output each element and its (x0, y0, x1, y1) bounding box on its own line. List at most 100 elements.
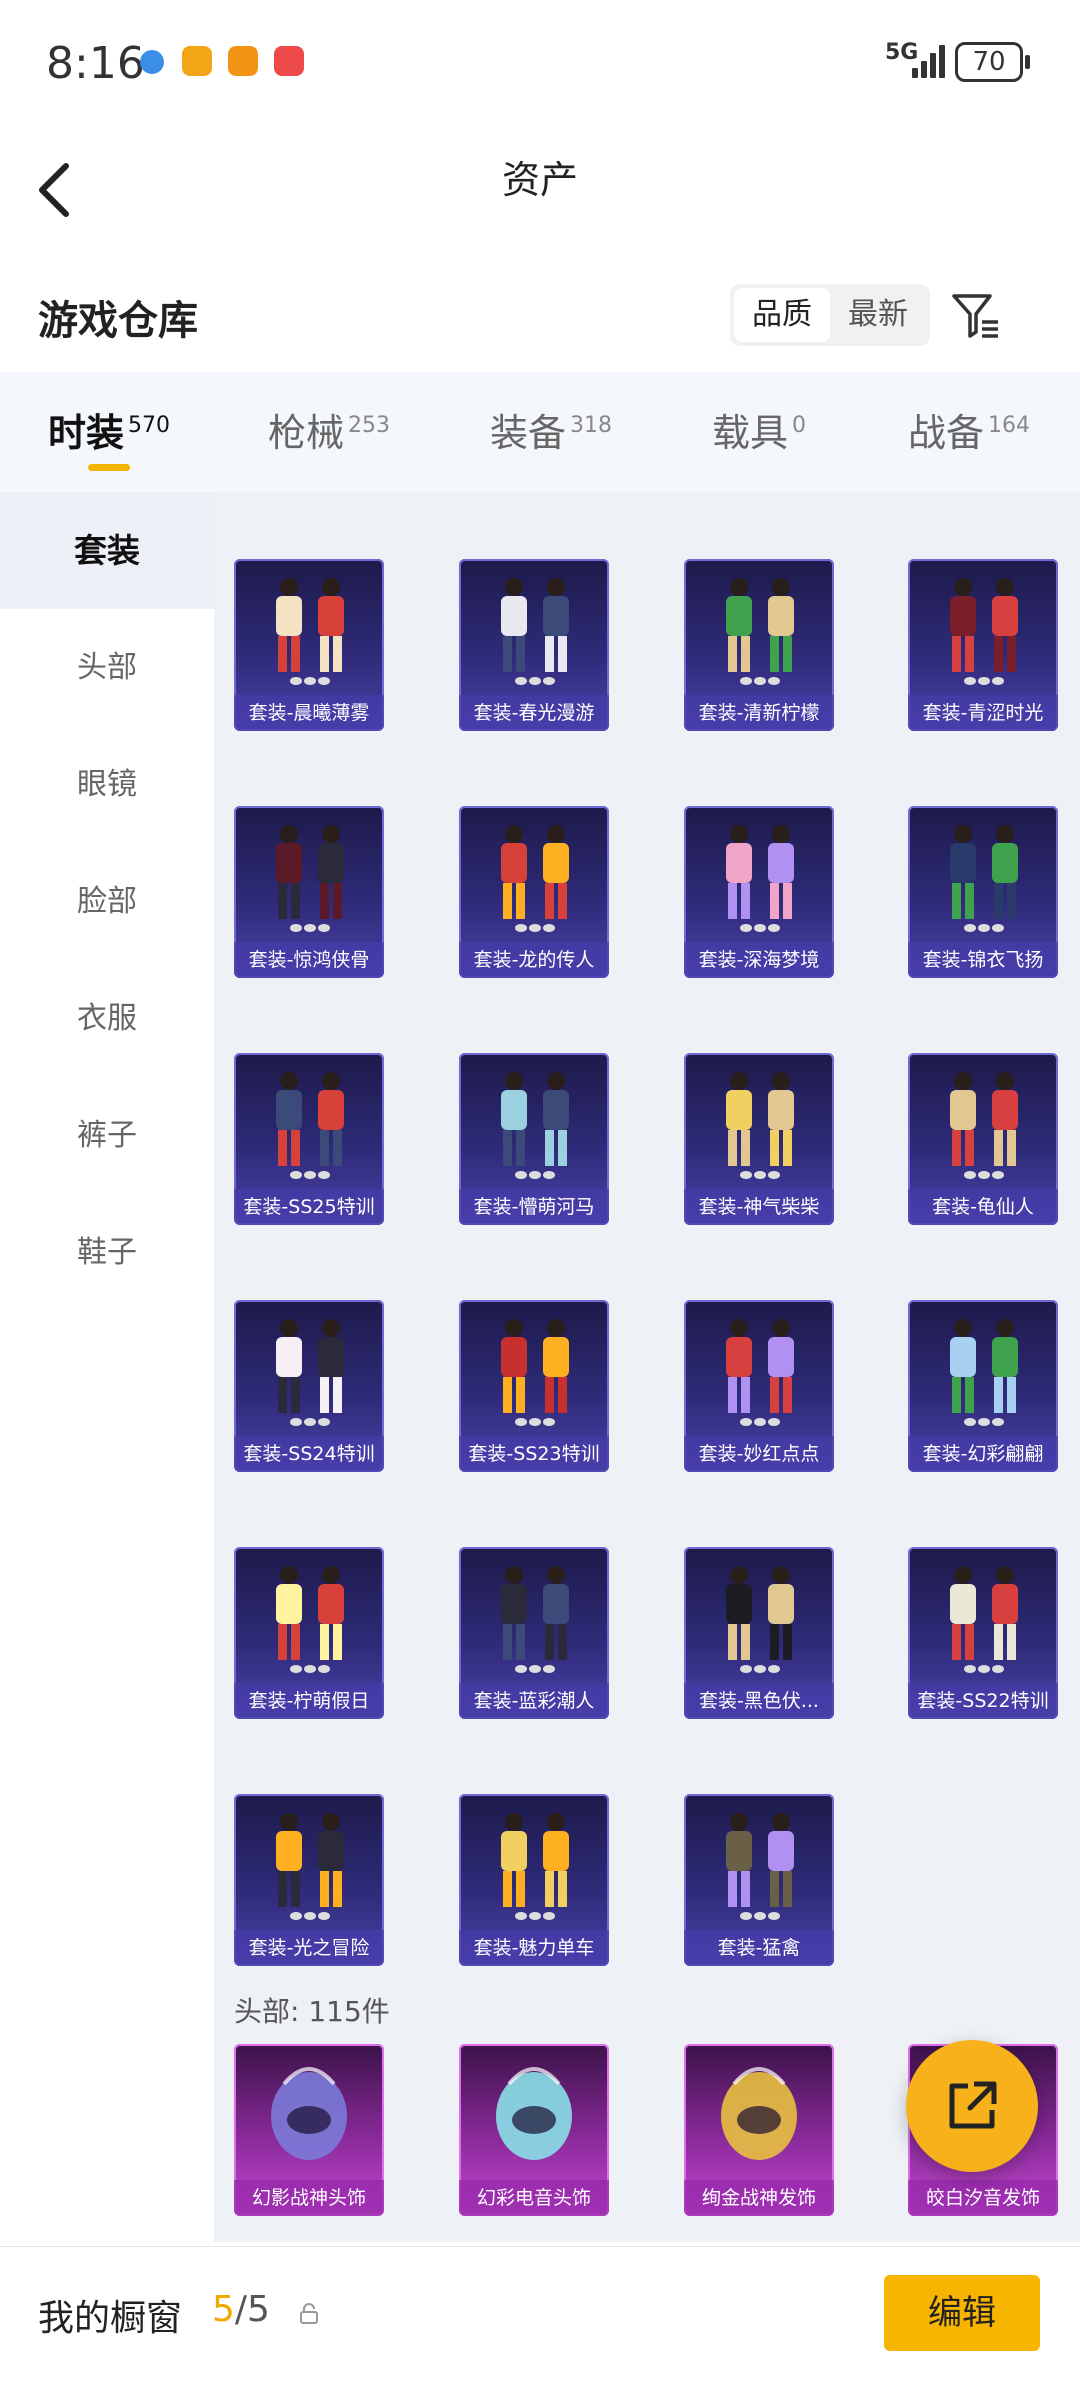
item-grid: 头部: 115件 套装-晨曦薄雾 套装-春光漫游 套装-清新柠檬 套装-青涩时光 套装-… (214, 492, 1080, 2242)
tab-vehicles[interactable]: 载具 0 (712, 402, 806, 457)
outfit-card[interactable]: 套装-深海梦境 (684, 806, 834, 978)
outfit-card[interactable]: 套装-SS24特训 (234, 1300, 384, 1472)
outfit-card[interactable]: 套装-蓝彩潮人 (459, 1547, 609, 1719)
head-section-title: 头部: 115件 (234, 1995, 390, 2028)
sort-toggle: 品质 最新 (730, 284, 930, 346)
outfit-name: 套装-惊鸿侠骨 (234, 942, 384, 978)
headwear-name: 绚金战神发饰 (684, 2180, 834, 2216)
outfit-card[interactable]: 套装-晨曦薄雾 (234, 559, 384, 731)
outfit-card[interactable]: 套装-柠萌假日 (234, 1547, 384, 1719)
video-app-icon (228, 46, 258, 76)
outfit-card[interactable]: 套装-黑色伏... (684, 1547, 834, 1719)
filter-icon[interactable] (948, 288, 1004, 344)
tab-equipment[interactable]: 装备 318 (490, 402, 612, 457)
outfit-card[interactable]: 套装-神气柴柴 (684, 1053, 834, 1225)
showcase-bar: 我的橱窗 5/5 编辑 (0, 2246, 1080, 2382)
outfit-name: 套装-青涩时光 (908, 695, 1058, 731)
outfit-card[interactable]: 套装-清新柠檬 (684, 559, 834, 731)
outfit-image (501, 578, 569, 685)
headwear-name: 幻影战神头饰 (234, 2180, 384, 2216)
sidebar-item-pants[interactable]: 裤子 (0, 1077, 214, 1194)
outfit-name: 套装-SS23特训 (459, 1436, 609, 1472)
app-notification-icon (182, 46, 212, 76)
category-tabs: 时装 570 枪械 253 装备 318 载具 0 战备 164 (0, 372, 1080, 492)
outfit-name: 套装-SS24特训 (234, 1436, 384, 1472)
sidebar-item-head[interactable]: 头部 (0, 609, 214, 726)
outfit-card[interactable]: 套装-幻彩翩翩 (908, 1300, 1058, 1472)
headwear-image (721, 2067, 797, 2160)
headwear-card[interactable]: 幻影战神头饰 (234, 2044, 384, 2216)
app-notification-icon (140, 50, 164, 74)
outfit-name: 套装-妙红点点 (684, 1436, 834, 1472)
status-time: 8:16 (46, 38, 145, 89)
battery-icon: 70 (955, 42, 1030, 82)
outfit-image (276, 825, 344, 932)
outfit-card[interactable]: 套装-春光漫游 (459, 559, 609, 731)
outfit-card[interactable]: 套装-SS23特训 (459, 1300, 609, 1472)
outfit-image (501, 825, 569, 932)
outfit-name: 套装-蓝彩潮人 (459, 1683, 609, 1719)
sidebar-item-glasses[interactable]: 眼镜 (0, 726, 214, 843)
tab-count: 318 (570, 413, 613, 439)
outfit-image (276, 578, 344, 685)
outfit-image (950, 1319, 1018, 1426)
outfit-name: 套装-晨曦薄雾 (234, 695, 384, 731)
outfit-card[interactable]: 套装-懵萌河马 (459, 1053, 609, 1225)
outfit-image (950, 578, 1018, 685)
outfit-image (501, 1319, 569, 1426)
outfit-card[interactable]: 套装-青涩时光 (908, 559, 1058, 731)
outfit-name: 套装-锦衣飞扬 (908, 942, 1058, 978)
share-icon (949, 2081, 997, 2129)
share-button[interactable] (906, 2040, 1038, 2172)
tab-guns[interactable]: 枪械 253 (268, 402, 390, 457)
tab-count: 570 (128, 413, 171, 439)
outfit-image (726, 578, 794, 685)
outfit-card[interactable]: 套装-龟仙人 (908, 1053, 1058, 1225)
sort-quality-option[interactable]: 品质 (734, 288, 830, 342)
showcase-label: 我的橱窗 (38, 2298, 183, 2339)
headwear-card[interactable]: 绚金战神发饰 (684, 2044, 834, 2216)
headwear-card[interactable]: 幻彩电音头饰 (459, 2044, 609, 2216)
sidebar-item-shoes[interactable]: 鞋子 (0, 1194, 214, 1311)
outfit-image (276, 1319, 344, 1426)
status-bar: 8:16 5G 70 (0, 0, 1080, 130)
sidebar-nav: 套装 头部 眼镜 脸部 衣服 裤子 鞋子 (0, 492, 214, 2242)
outfit-card[interactable]: 套装-惊鸿侠骨 (234, 806, 384, 978)
tab-count: 0 (792, 413, 807, 439)
outfit-card[interactable]: 套装-魅力单车 (459, 1794, 609, 1966)
outfit-card[interactable]: 套装-光之冒险 (234, 1794, 384, 1966)
app-notification-icon (274, 46, 304, 76)
outfit-image (950, 1072, 1018, 1179)
section-title: 游戏仓库 (38, 298, 198, 344)
outfit-image (501, 1813, 569, 1920)
outfit-name: 套装-清新柠檬 (684, 695, 834, 731)
page-title: 资产 (501, 158, 578, 202)
outfit-image (726, 1319, 794, 1426)
sidebar-item-suit[interactable]: 套装 (0, 492, 214, 609)
outfit-card[interactable]: 套装-SS25特训 (234, 1053, 384, 1225)
headwear-image (271, 2067, 347, 2160)
outfit-image (276, 1072, 344, 1179)
outfit-image (726, 1072, 794, 1179)
outfit-card[interactable]: 套装-猛禽 (684, 1794, 834, 1966)
showcase-total: /5 (234, 2289, 270, 2330)
outfit-card[interactable]: 套装-妙红点点 (684, 1300, 834, 1472)
outfit-card[interactable]: 套装-锦衣飞扬 (908, 806, 1058, 978)
sidebar-item-clothes[interactable]: 衣服 (0, 960, 214, 1077)
outfit-image (276, 1813, 344, 1920)
tab-label: 装备 (490, 411, 567, 455)
sidebar-item-face[interactable]: 脸部 (0, 843, 214, 960)
warehouse-header: 游戏仓库 品质 最新 (0, 260, 1080, 370)
outfit-image (950, 825, 1018, 932)
app-header: 资产 (0, 130, 1080, 260)
headwear-name: 皎白汐音发饰 (908, 2180, 1058, 2216)
sort-latest-option[interactable]: 最新 (830, 288, 926, 342)
edit-button[interactable]: 编辑 (884, 2275, 1040, 2351)
outfit-image (726, 1566, 794, 1673)
tab-fashion[interactable]: 时装 570 (48, 402, 170, 457)
tab-gear[interactable]: 战备 164 (908, 402, 1030, 457)
outfit-card[interactable]: 套装-SS22特训 (908, 1547, 1058, 1719)
outfit-card[interactable]: 套装-龙的传人 (459, 806, 609, 978)
showcase-current: 5 (212, 2289, 235, 2330)
outfit-name: 套装-幻彩翩翩 (908, 1436, 1058, 1472)
